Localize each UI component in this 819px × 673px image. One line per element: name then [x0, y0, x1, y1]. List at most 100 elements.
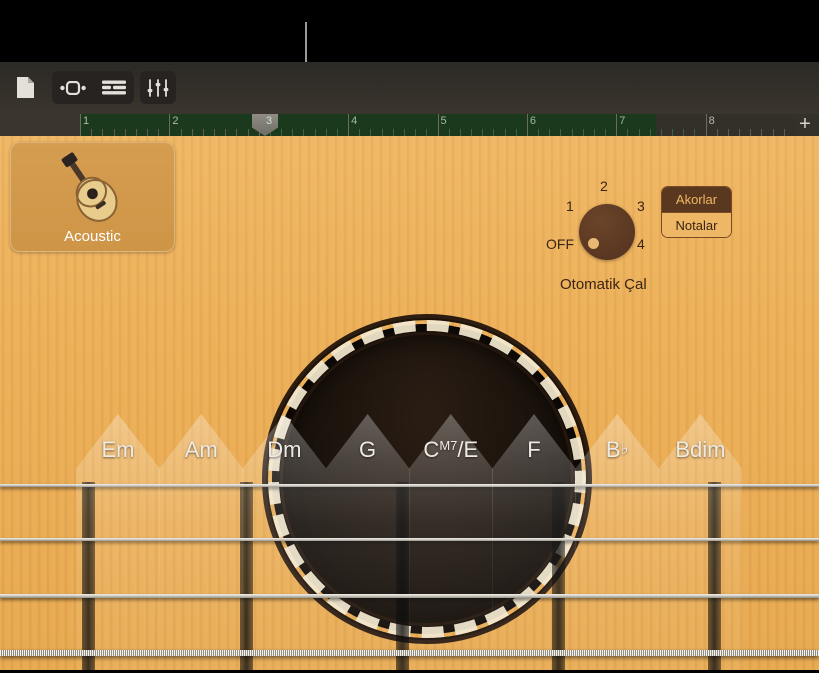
- ruler-tick: [717, 129, 718, 136]
- ruler-tick: [236, 129, 237, 136]
- ruler-tick: [214, 129, 215, 136]
- mixer-button[interactable]: [140, 71, 176, 104]
- ruler-bar-number: 4: [348, 115, 357, 127]
- ruler-tick: [493, 129, 494, 136]
- ruler-tick: [370, 129, 371, 136]
- playhead-bar-number: 3: [266, 115, 272, 127]
- chord-strips: EmAmDmGCM7/EFB♭Bdim: [0, 272, 819, 670]
- document-icon: [16, 76, 35, 99]
- timeline-ruler[interactable]: 12345678 3 +: [0, 114, 819, 136]
- chord-label: Dm: [242, 437, 326, 463]
- ruler-tick: [661, 129, 662, 136]
- autoplay-label-4[interactable]: 4: [637, 236, 645, 252]
- ruler-tick: [650, 129, 651, 136]
- ruler-tick: [560, 129, 561, 136]
- track-view-button[interactable]: [93, 71, 134, 104]
- ruler-tick: [538, 129, 539, 136]
- ruler-tick: [102, 129, 103, 136]
- ruler-tick: [382, 129, 383, 136]
- ruler-tick: [761, 129, 762, 136]
- ruler-tick: [225, 129, 226, 136]
- chord-label: Am: [159, 437, 243, 463]
- playhead[interactable]: 3: [252, 114, 278, 136]
- ruler-tick: [292, 129, 293, 136]
- ruler-track: 12345678: [80, 114, 795, 136]
- ruler-tick: [482, 129, 483, 136]
- ruler-tick: [359, 129, 360, 136]
- ruler-tick: [181, 129, 182, 136]
- ruler-tick: [449, 129, 450, 136]
- ruler-tick: [549, 129, 550, 136]
- ruler-tick: [315, 129, 316, 136]
- autoplay-label-3[interactable]: 3: [637, 198, 645, 214]
- autoplay-label-1[interactable]: 1: [566, 198, 574, 214]
- add-track-button[interactable]: +: [795, 115, 815, 135]
- document-button[interactable]: [10, 71, 40, 104]
- instrument-card-label: Acoustic: [64, 228, 121, 245]
- ruler-tick: [203, 129, 204, 136]
- instrument-selector-card[interactable]: Acoustic: [10, 142, 175, 252]
- playhead-shape: [252, 114, 278, 136]
- ruler-tick: [471, 129, 472, 136]
- ruler-tick: [784, 129, 785, 136]
- ruler-tick: [192, 129, 193, 136]
- ruler-tick: [627, 129, 628, 136]
- ruler-left-pad: [0, 114, 80, 136]
- ruler-tick: [281, 129, 282, 136]
- track-view-icon: [102, 80, 126, 95]
- ruler-bar-number: 5: [438, 115, 447, 127]
- ruler-bar-number: 7: [616, 115, 625, 127]
- mode-option-chords[interactable]: Akorlar: [662, 187, 731, 212]
- ruler-tick: [415, 129, 416, 136]
- ruler-tick: [91, 129, 92, 136]
- ruler-tick: [303, 129, 304, 136]
- ruler-tick: [125, 129, 126, 136]
- ruler-tick: [147, 129, 148, 136]
- ruler-tick: [594, 129, 595, 136]
- autoplay-knob[interactable]: [579, 204, 635, 260]
- ruler-tick: [114, 129, 115, 136]
- mode-option-notes[interactable]: Notalar: [662, 212, 731, 238]
- ruler-tick: [605, 129, 606, 136]
- chord-label: G: [326, 437, 410, 463]
- mode-toggle: Akorlar Notalar: [661, 186, 732, 238]
- ruler-tick: [248, 129, 249, 136]
- ruler-tick: [728, 129, 729, 136]
- ruler-tick: [672, 129, 673, 136]
- toolbar: ?: [0, 62, 819, 114]
- chord-label: B♭: [575, 437, 659, 463]
- loop-browser-icon: [60, 81, 86, 95]
- ruler-tick: [750, 129, 751, 136]
- ruler-tick: [337, 129, 338, 136]
- ruler-tick: [404, 129, 405, 136]
- autoplay-knob-indicator: [588, 238, 599, 249]
- autoplay-label-off[interactable]: OFF: [546, 236, 574, 252]
- ruler-tick: [572, 129, 573, 136]
- ruler-bar-number: 2: [169, 115, 178, 127]
- ruler-tick: [516, 129, 517, 136]
- ruler-tick: [460, 129, 461, 136]
- ruler-tick: [583, 129, 584, 136]
- ruler-tick: [505, 129, 506, 136]
- ruler-tick: [773, 129, 774, 136]
- autoplay-label-2[interactable]: 2: [600, 178, 608, 194]
- garageband-window: ? 12345678 3 +: [0, 0, 819, 673]
- loop-browser-button[interactable]: [52, 71, 93, 104]
- mixer-sliders-icon: [147, 79, 169, 97]
- acoustic-guitar-icon: [45, 149, 141, 227]
- ruler-tick: [683, 129, 684, 136]
- ruler-tick: [326, 129, 327, 136]
- recorded-region[interactable]: [80, 114, 656, 136]
- ruler-tick: [136, 129, 137, 136]
- ruler-tick: [426, 129, 427, 136]
- ruler-tick: [694, 129, 695, 136]
- chord-label: F: [492, 437, 576, 463]
- chord-label: Em: [76, 437, 160, 463]
- ruler-tick: [158, 129, 159, 136]
- ruler-bar-number: 1: [80, 115, 89, 127]
- ruler-bar-number: 6: [527, 115, 536, 127]
- chord-label: CM7/E: [409, 437, 493, 463]
- top-black-area: [0, 0, 819, 62]
- ruler-tick: [739, 129, 740, 136]
- ruler-tick: [393, 129, 394, 136]
